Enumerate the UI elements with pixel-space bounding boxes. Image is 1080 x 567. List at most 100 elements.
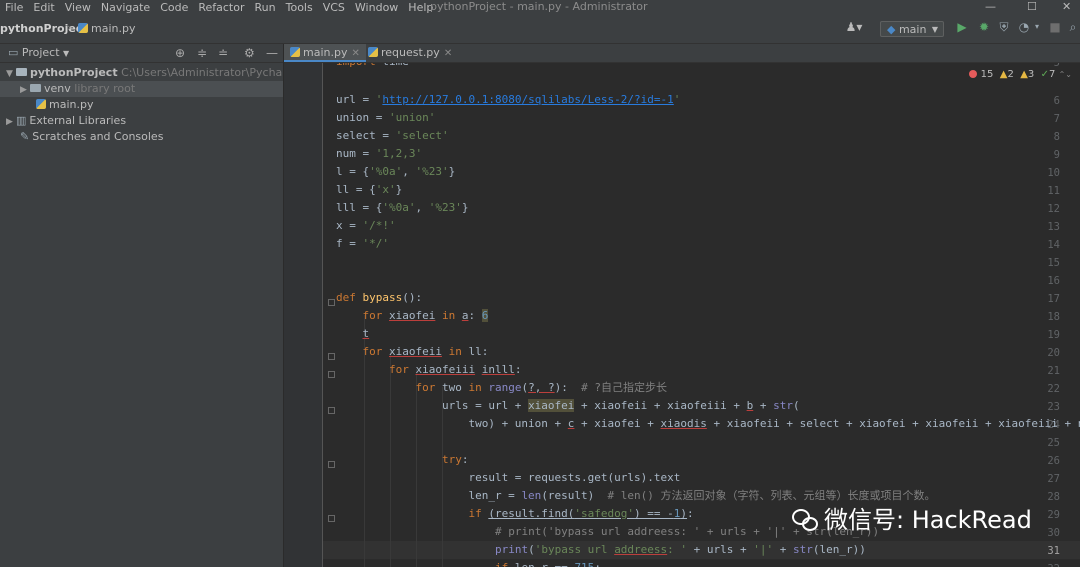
minimize-button[interactable]: — bbox=[985, 0, 996, 14]
fold-marker-icon[interactable] bbox=[328, 407, 335, 414]
debug-icon[interactable]: ✹ bbox=[977, 20, 991, 34]
code-line-13[interactable]: x = '/*!' bbox=[336, 217, 396, 235]
menu-vcs[interactable]: VCS bbox=[318, 0, 350, 16]
fold-marker-icon[interactable] bbox=[328, 299, 335, 306]
tab-request-py[interactable]: request.py ✕ bbox=[362, 44, 458, 62]
fold-marker-icon[interactable] bbox=[328, 371, 335, 378]
check-icon: ✓ bbox=[1040, 69, 1050, 80]
line-number: 25 bbox=[1047, 437, 1060, 449]
coverage-icon[interactable]: ⛨ bbox=[997, 20, 1011, 34]
project-panel-title[interactable]: ▭ Project ▼ bbox=[8, 46, 69, 59]
fold-marker-icon[interactable] bbox=[328, 515, 335, 522]
code-line-32[interactable]: if len_r == 715: bbox=[336, 559, 601, 567]
gear-icon[interactable]: ⚙ bbox=[244, 46, 255, 60]
warning-count: 2 bbox=[1007, 69, 1014, 80]
chevron-down-icon: ▼ bbox=[931, 25, 938, 34]
chevron-down-icon[interactable]: ▾ bbox=[1030, 20, 1044, 34]
code-line-27[interactable]: result = requests.get(urls).text bbox=[336, 469, 680, 487]
line-number: 19 bbox=[1047, 329, 1060, 341]
line-number: 8 bbox=[1053, 131, 1060, 143]
run-icon[interactable]: ▶ bbox=[955, 20, 969, 34]
chevron-down-icon[interactable]: ⌄ bbox=[1065, 70, 1072, 79]
project-title-label: Project bbox=[21, 46, 60, 59]
inspection-widget[interactable]: 15 ▲2 ▲3 ✓7 ⌃⌄ bbox=[969, 69, 1072, 80]
run-config-label: main bbox=[898, 23, 927, 36]
code-line-22[interactable]: for two in range(?, ?): # ?自己指定步长 bbox=[336, 379, 667, 397]
library-icon: ▥ bbox=[16, 114, 27, 127]
menu-window[interactable]: Window bbox=[350, 0, 403, 16]
close-tab-icon[interactable]: ✕ bbox=[444, 48, 452, 59]
fold-marker-icon[interactable] bbox=[328, 353, 335, 360]
menu-refactor[interactable]: Refactor bbox=[193, 0, 249, 16]
tab-label: main.py bbox=[303, 46, 348, 59]
collapse-all-icon[interactable]: ≐ bbox=[218, 46, 228, 60]
python-file-icon bbox=[368, 47, 378, 57]
tree-item-external-libraries[interactable]: ▶ ▥ External Libraries bbox=[0, 113, 283, 129]
breadcrumb-project[interactable]: pythonProject bbox=[0, 22, 88, 35]
code-line-29[interactable]: if (result.find('safedog') == -1): bbox=[336, 505, 693, 523]
menu-navigate[interactable]: Navigate bbox=[96, 0, 155, 16]
line-number: 21 bbox=[1047, 365, 1060, 377]
stop-icon[interactable]: ■ bbox=[1048, 20, 1062, 34]
line-number: 7 bbox=[1053, 113, 1060, 125]
locate-icon[interactable]: ⊕ bbox=[175, 46, 185, 60]
line-number: 9 bbox=[1053, 149, 1060, 161]
tree-item-scratches[interactable]: ✎ Scratches and Consoles bbox=[0, 129, 283, 145]
line-number: 20 bbox=[1047, 347, 1060, 359]
code-line-7[interactable]: union = 'union' bbox=[336, 109, 435, 127]
search-everywhere-icon[interactable]: ⌕ bbox=[1066, 20, 1080, 34]
code-line-19[interactable]: t bbox=[336, 325, 370, 343]
breadcrumb-separator: › bbox=[67, 21, 72, 34]
ok-count: 7 bbox=[1049, 69, 1056, 80]
fold-marker-icon[interactable] bbox=[328, 461, 335, 468]
chevron-down-icon: ▼ bbox=[6, 69, 13, 79]
menu-edit[interactable]: Edit bbox=[28, 0, 59, 16]
tree-item-main-py[interactable]: main.py bbox=[0, 97, 283, 113]
chevron-right-icon: ▶ bbox=[20, 85, 27, 95]
tab-main-py[interactable]: main.py ✕ bbox=[284, 44, 366, 62]
code-line-23[interactable]: urls = url + xiaofei + xiaofeii + xiaofe… bbox=[336, 397, 800, 415]
code-line-20[interactable]: for xiaofeii in ll: bbox=[336, 343, 489, 361]
run-configuration-select[interactable]: ◆ main ▼ bbox=[880, 21, 944, 37]
maximize-button[interactable]: ☐ bbox=[1027, 0, 1037, 14]
code-line-24[interactable]: two) + union + c + xiaofei + xiaodis + x… bbox=[336, 415, 1080, 433]
breadcrumb-file[interactable]: main.py bbox=[78, 22, 135, 35]
code-line-6[interactable]: url = 'http://127.0.0.1:8080/sqlilabs/Le… bbox=[336, 91, 680, 109]
profile-icon[interactable]: ◔ bbox=[1017, 20, 1031, 34]
menu-view[interactable]: View bbox=[60, 0, 96, 16]
tree-hint: C:\Users\Administrator\PycharmPro bbox=[121, 66, 283, 79]
tree-label: pythonProject bbox=[30, 66, 118, 79]
hide-panel-icon[interactable]: — bbox=[266, 46, 278, 60]
code-line-8[interactable]: select = 'select' bbox=[336, 127, 449, 145]
code-line-10[interactable]: l = {'%0a', '%23'} bbox=[336, 163, 455, 181]
line-number: 14 bbox=[1047, 239, 1060, 251]
close-tab-icon[interactable]: ✕ bbox=[351, 48, 359, 59]
code-line-5[interactable]: import time bbox=[336, 63, 409, 71]
line-number: 12 bbox=[1047, 203, 1060, 215]
line-number: 6 bbox=[1053, 95, 1060, 107]
code-line-26[interactable]: try: bbox=[336, 451, 469, 469]
menu-file[interactable]: File bbox=[0, 0, 28, 16]
line-number: 18 bbox=[1047, 311, 1060, 323]
vcs-user-icon[interactable]: ♟▾ bbox=[843, 20, 865, 34]
code-line-17[interactable]: def bypass(): bbox=[336, 289, 422, 307]
code-line-31[interactable]: print('bypass url addreess: ' + urls + '… bbox=[336, 541, 866, 559]
menu-tools[interactable]: Tools bbox=[281, 0, 318, 16]
menu-code[interactable]: Code bbox=[155, 0, 193, 16]
code-line-18[interactable]: for xiaofei in a: 6 bbox=[336, 307, 489, 325]
code-line-9[interactable]: num = '1,2,3' bbox=[336, 145, 422, 163]
code-editor[interactable]: 15 ▲2 ▲3 ✓7 ⌃⌄ 5 6 7 8 9 10 11 12 13 14 … bbox=[284, 63, 1080, 567]
tree-item-venv[interactable]: ▶ venv library root bbox=[0, 81, 283, 97]
tree-label: venv bbox=[44, 82, 71, 95]
tree-label: Scratches and Consoles bbox=[32, 130, 164, 143]
code-line-12[interactable]: lll = {'%0a', '%23'} bbox=[336, 199, 468, 217]
wechat-icon bbox=[792, 509, 818, 531]
code-line-21[interactable]: for xiaofeiii inlll: bbox=[336, 361, 521, 379]
code-line-11[interactable]: ll = {'x'} bbox=[336, 181, 402, 199]
tree-item-project-root[interactable]: ▼ pythonProject C:\Users\Administrator\Py… bbox=[0, 65, 283, 81]
menu-run[interactable]: Run bbox=[250, 0, 281, 16]
expand-all-icon[interactable]: ≑ bbox=[197, 46, 207, 60]
code-line-14[interactable]: f = '*/' bbox=[336, 235, 389, 253]
close-window-button[interactable]: ✕ bbox=[1062, 0, 1071, 14]
wechat-watermark: 微信号: HackRead bbox=[792, 500, 1062, 540]
